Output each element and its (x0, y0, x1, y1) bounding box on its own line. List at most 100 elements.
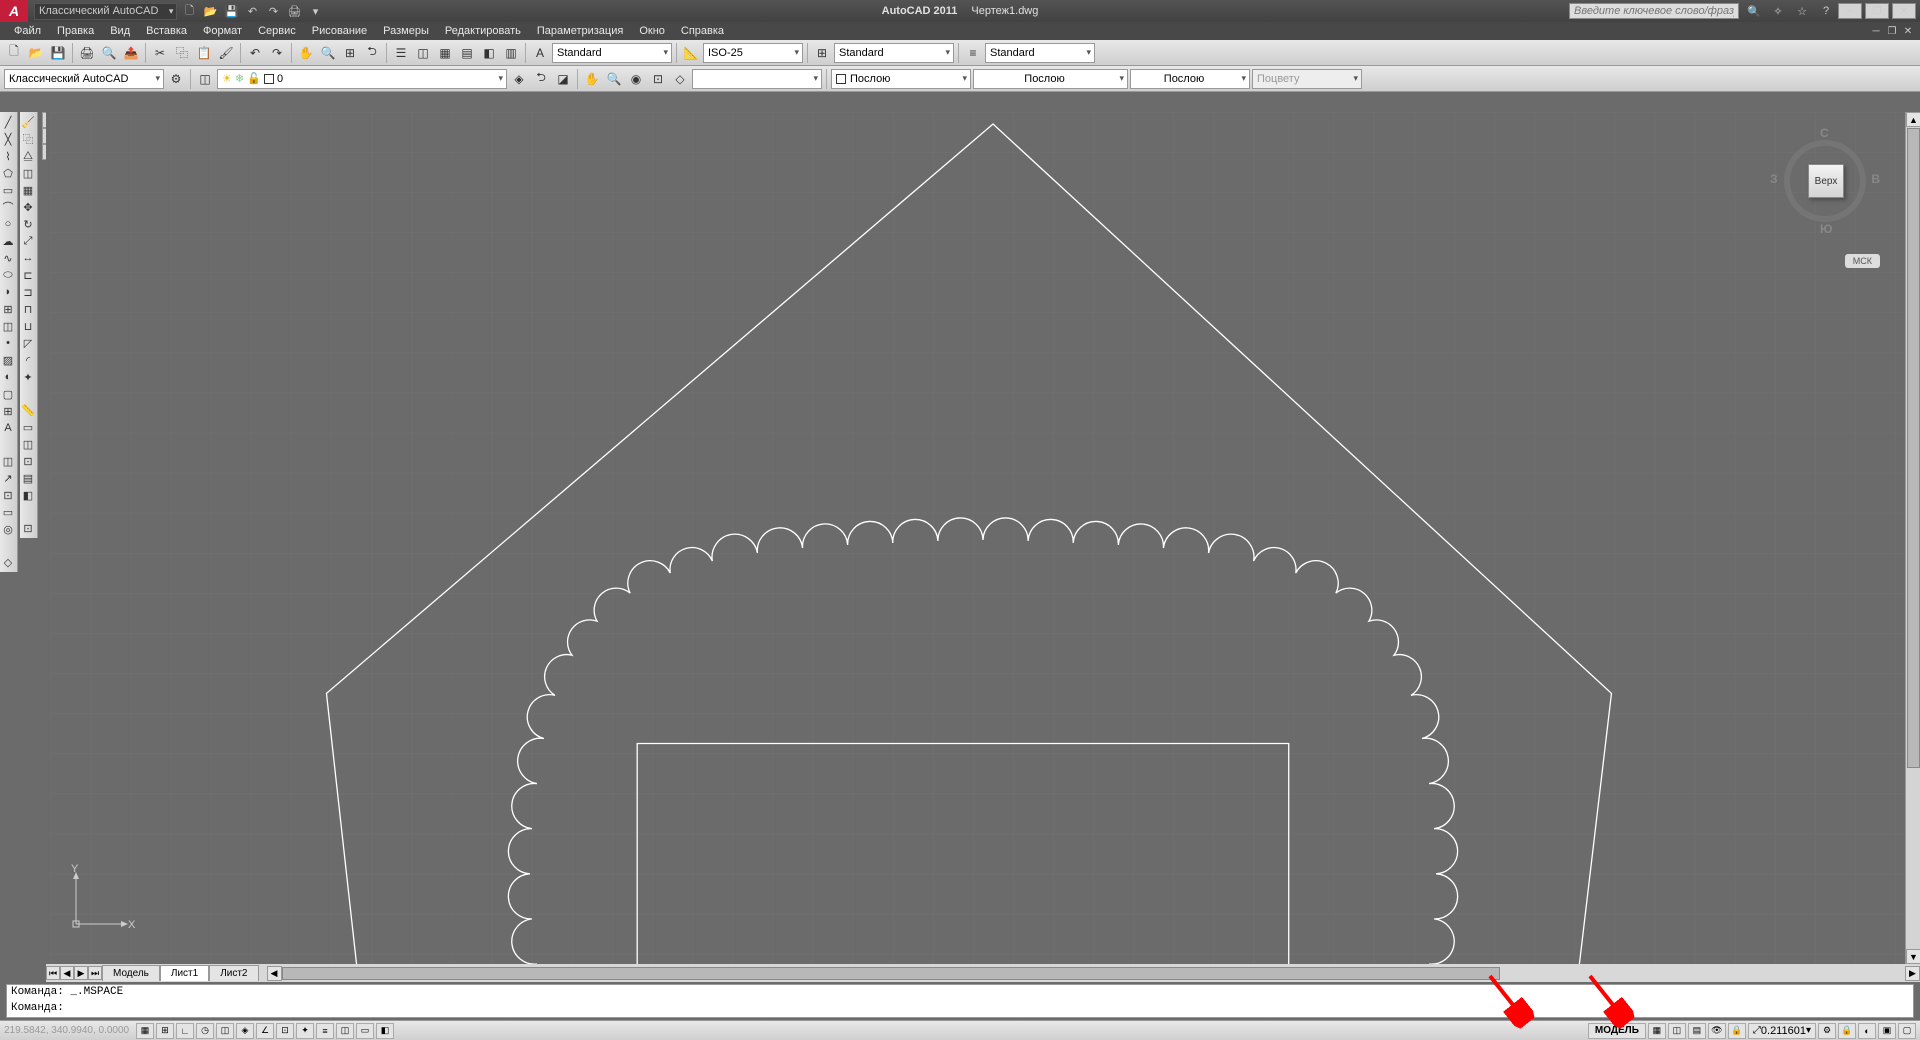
insert-icon[interactable]: ⊞ (0, 301, 16, 317)
ellipse-icon[interactable]: ⬭ (0, 267, 16, 283)
gradient-icon[interactable]: ◐ (0, 369, 16, 385)
drawing-canvas[interactable]: X Y Верх С Ю В З МСК (46, 112, 1920, 964)
orbit-icon[interactable]: ◉ (626, 69, 646, 89)
donut-icon[interactable]: ◎ (0, 521, 16, 537)
measure6-icon[interactable]: ◧ (20, 487, 36, 503)
tab-next-icon[interactable]: ▶ (74, 966, 88, 980)
mirror-icon[interactable]: ⧋ (20, 148, 36, 164)
print-icon[interactable]: 🖨 (77, 43, 97, 63)
snap-toggle[interactable]: ▦ (136, 1023, 154, 1039)
vertical-scroll-thumb[interactable] (1907, 128, 1920, 768)
addselect-icon[interactable]: ◫ (0, 453, 16, 469)
search-icon[interactable]: 🔍 (1745, 2, 1763, 20)
tpy-toggle[interactable]: ◫ (336, 1023, 354, 1039)
markup-icon[interactable]: ◧ (479, 43, 499, 63)
dim-style-dropdown[interactable]: ISO-25 (703, 43, 803, 63)
wipeout-icon[interactable]: ▭ (0, 504, 16, 520)
annotation-visibility-icon[interactable]: 👁 (1708, 1023, 1726, 1039)
tab-first-icon[interactable]: ⏮ (46, 966, 60, 980)
help-icon[interactable]: ? (1817, 2, 1835, 20)
ortho-toggle[interactable]: ∟ (176, 1023, 194, 1039)
revcloud-icon[interactable]: ☁ (0, 233, 16, 249)
hardware-accel-icon[interactable]: ◐ (1858, 1023, 1876, 1039)
erase-icon[interactable]: 🧹 (20, 114, 36, 130)
quickview-drawings-icon[interactable]: ◫ (1668, 1023, 1686, 1039)
window-minimize-button[interactable]: ─ (1838, 3, 1862, 19)
layer-match-icon[interactable]: ◈ (509, 69, 529, 89)
osnap-icon[interactable]: ◇ (670, 69, 690, 89)
measure5-icon[interactable]: ▤ (20, 470, 36, 486)
scroll-left-icon[interactable]: ◀ (267, 966, 282, 981)
workspace-settings-icon[interactable]: ⚙ (166, 69, 186, 89)
quickcalc-icon[interactable]: ▥ (501, 43, 521, 63)
arc-icon[interactable]: ⌒ (0, 199, 16, 215)
workspace-dropdown[interactable]: Классический AutoCAD (34, 3, 177, 20)
menu-help[interactable]: Справка (673, 23, 732, 39)
viewcube-west[interactable]: З (1770, 172, 1778, 186)
tab-layout1[interactable]: Лист1 (160, 965, 209, 981)
menu-insert[interactable]: Вставка (138, 23, 195, 39)
zoom-prev-icon[interactable]: ⮌ (362, 43, 382, 63)
osnap-toggle[interactable]: ◫ (216, 1023, 234, 1039)
scale-icon[interactable]: ⤢ (20, 233, 36, 249)
scroll-right-icon[interactable]: ▶ (1905, 966, 1920, 981)
scroll-up-icon[interactable]: ▲ (1906, 112, 1920, 127)
measure-icon[interactable]: 📏 (20, 402, 36, 418)
scroll-down-icon[interactable]: ▼ (1906, 949, 1920, 964)
ml-style-dropdown[interactable]: Standard (985, 43, 1095, 63)
mleader-icon[interactable]: ↗ (0, 470, 16, 486)
clean-screen-icon[interactable]: ▢ (1898, 1023, 1916, 1039)
workspace-switch-icon[interactable]: ⚙ (1818, 1023, 1836, 1039)
options-icon[interactable]: ⊡ (20, 520, 36, 536)
zoom-win-icon[interactable]: ⊡ (648, 69, 668, 89)
explode-icon[interactable]: ✦ (20, 369, 36, 385)
lwt-toggle[interactable]: ≡ (316, 1023, 334, 1039)
match-icon[interactable]: 🖌 (216, 43, 236, 63)
qat-redo-icon[interactable]: ↷ (264, 2, 282, 20)
menu-tools[interactable]: Сервис (250, 23, 304, 39)
doc-restore-button[interactable]: ❐ (1884, 24, 1900, 38)
xline-icon[interactable]: ╳ (0, 131, 16, 147)
tab-model[interactable]: Модель (102, 965, 160, 981)
command-line[interactable]: Команда: _.MSPACE Команда: (6, 984, 1914, 1018)
point-icon[interactable]: • (0, 335, 16, 351)
3dosnap-toggle[interactable]: ◈ (236, 1023, 254, 1039)
circle-icon[interactable]: ○ (0, 216, 16, 232)
menu-draw[interactable]: Рисование (304, 23, 375, 39)
otrack-toggle[interactable]: ∠ (256, 1023, 274, 1039)
boundary-icon[interactable]: ◇ (0, 554, 16, 570)
horizontal-scroll-thumb[interactable] (282, 967, 1500, 980)
vertical-scrollbar[interactable]: ▲ ▼ (1905, 112, 1920, 964)
menu-modify[interactable]: Редактировать (437, 23, 529, 39)
dyn-toggle[interactable]: ✦ (296, 1023, 314, 1039)
publish-icon[interactable]: 📤 (121, 43, 141, 63)
qat-save-icon[interactable]: 💾 (222, 2, 240, 20)
save-icon[interactable]: 💾 (48, 43, 68, 63)
qat-print-icon[interactable]: 🖨 (285, 2, 303, 20)
block-icon[interactable]: ◫ (0, 318, 16, 334)
pan-icon[interactable]: ✋ (296, 43, 316, 63)
paste-icon[interactable]: 📋 (194, 43, 214, 63)
move-icon[interactable]: ✥ (20, 199, 36, 215)
qp-toggle[interactable]: ▭ (356, 1023, 374, 1039)
rectangle-icon[interactable]: ▭ (0, 182, 16, 198)
text-style-icon[interactable]: A (530, 43, 550, 63)
copy-icon[interactable]: ⿻ (172, 43, 192, 63)
break-icon[interactable]: ⊓ (20, 301, 36, 317)
measure2-icon[interactable]: ▭ (20, 419, 36, 435)
menu-view[interactable]: Вид (102, 23, 138, 39)
join-icon[interactable]: ⊔ (20, 318, 36, 334)
quickview-layouts-icon[interactable]: ▦ (1648, 1023, 1666, 1039)
qat-open-icon[interactable]: 📂 (201, 2, 219, 20)
grid-toggle[interactable]: ⊞ (156, 1023, 174, 1039)
doc-minimize-button[interactable]: ─ (1868, 24, 1884, 38)
undo-icon[interactable]: ↶ (245, 43, 265, 63)
open-icon[interactable]: 📂 (26, 43, 46, 63)
layer-properties-icon[interactable]: ◫ (195, 69, 215, 89)
viewcube-ucs[interactable]: МСК (1845, 254, 1880, 268)
rotate-icon[interactable]: ↻ (20, 216, 36, 232)
window-close-button[interactable]: ✕ (1892, 3, 1916, 19)
designcenter-icon[interactable]: ◫ (413, 43, 433, 63)
layer-state-icon[interactable]: ◪ (553, 69, 573, 89)
offset-icon[interactable]: ◫ (20, 165, 36, 181)
